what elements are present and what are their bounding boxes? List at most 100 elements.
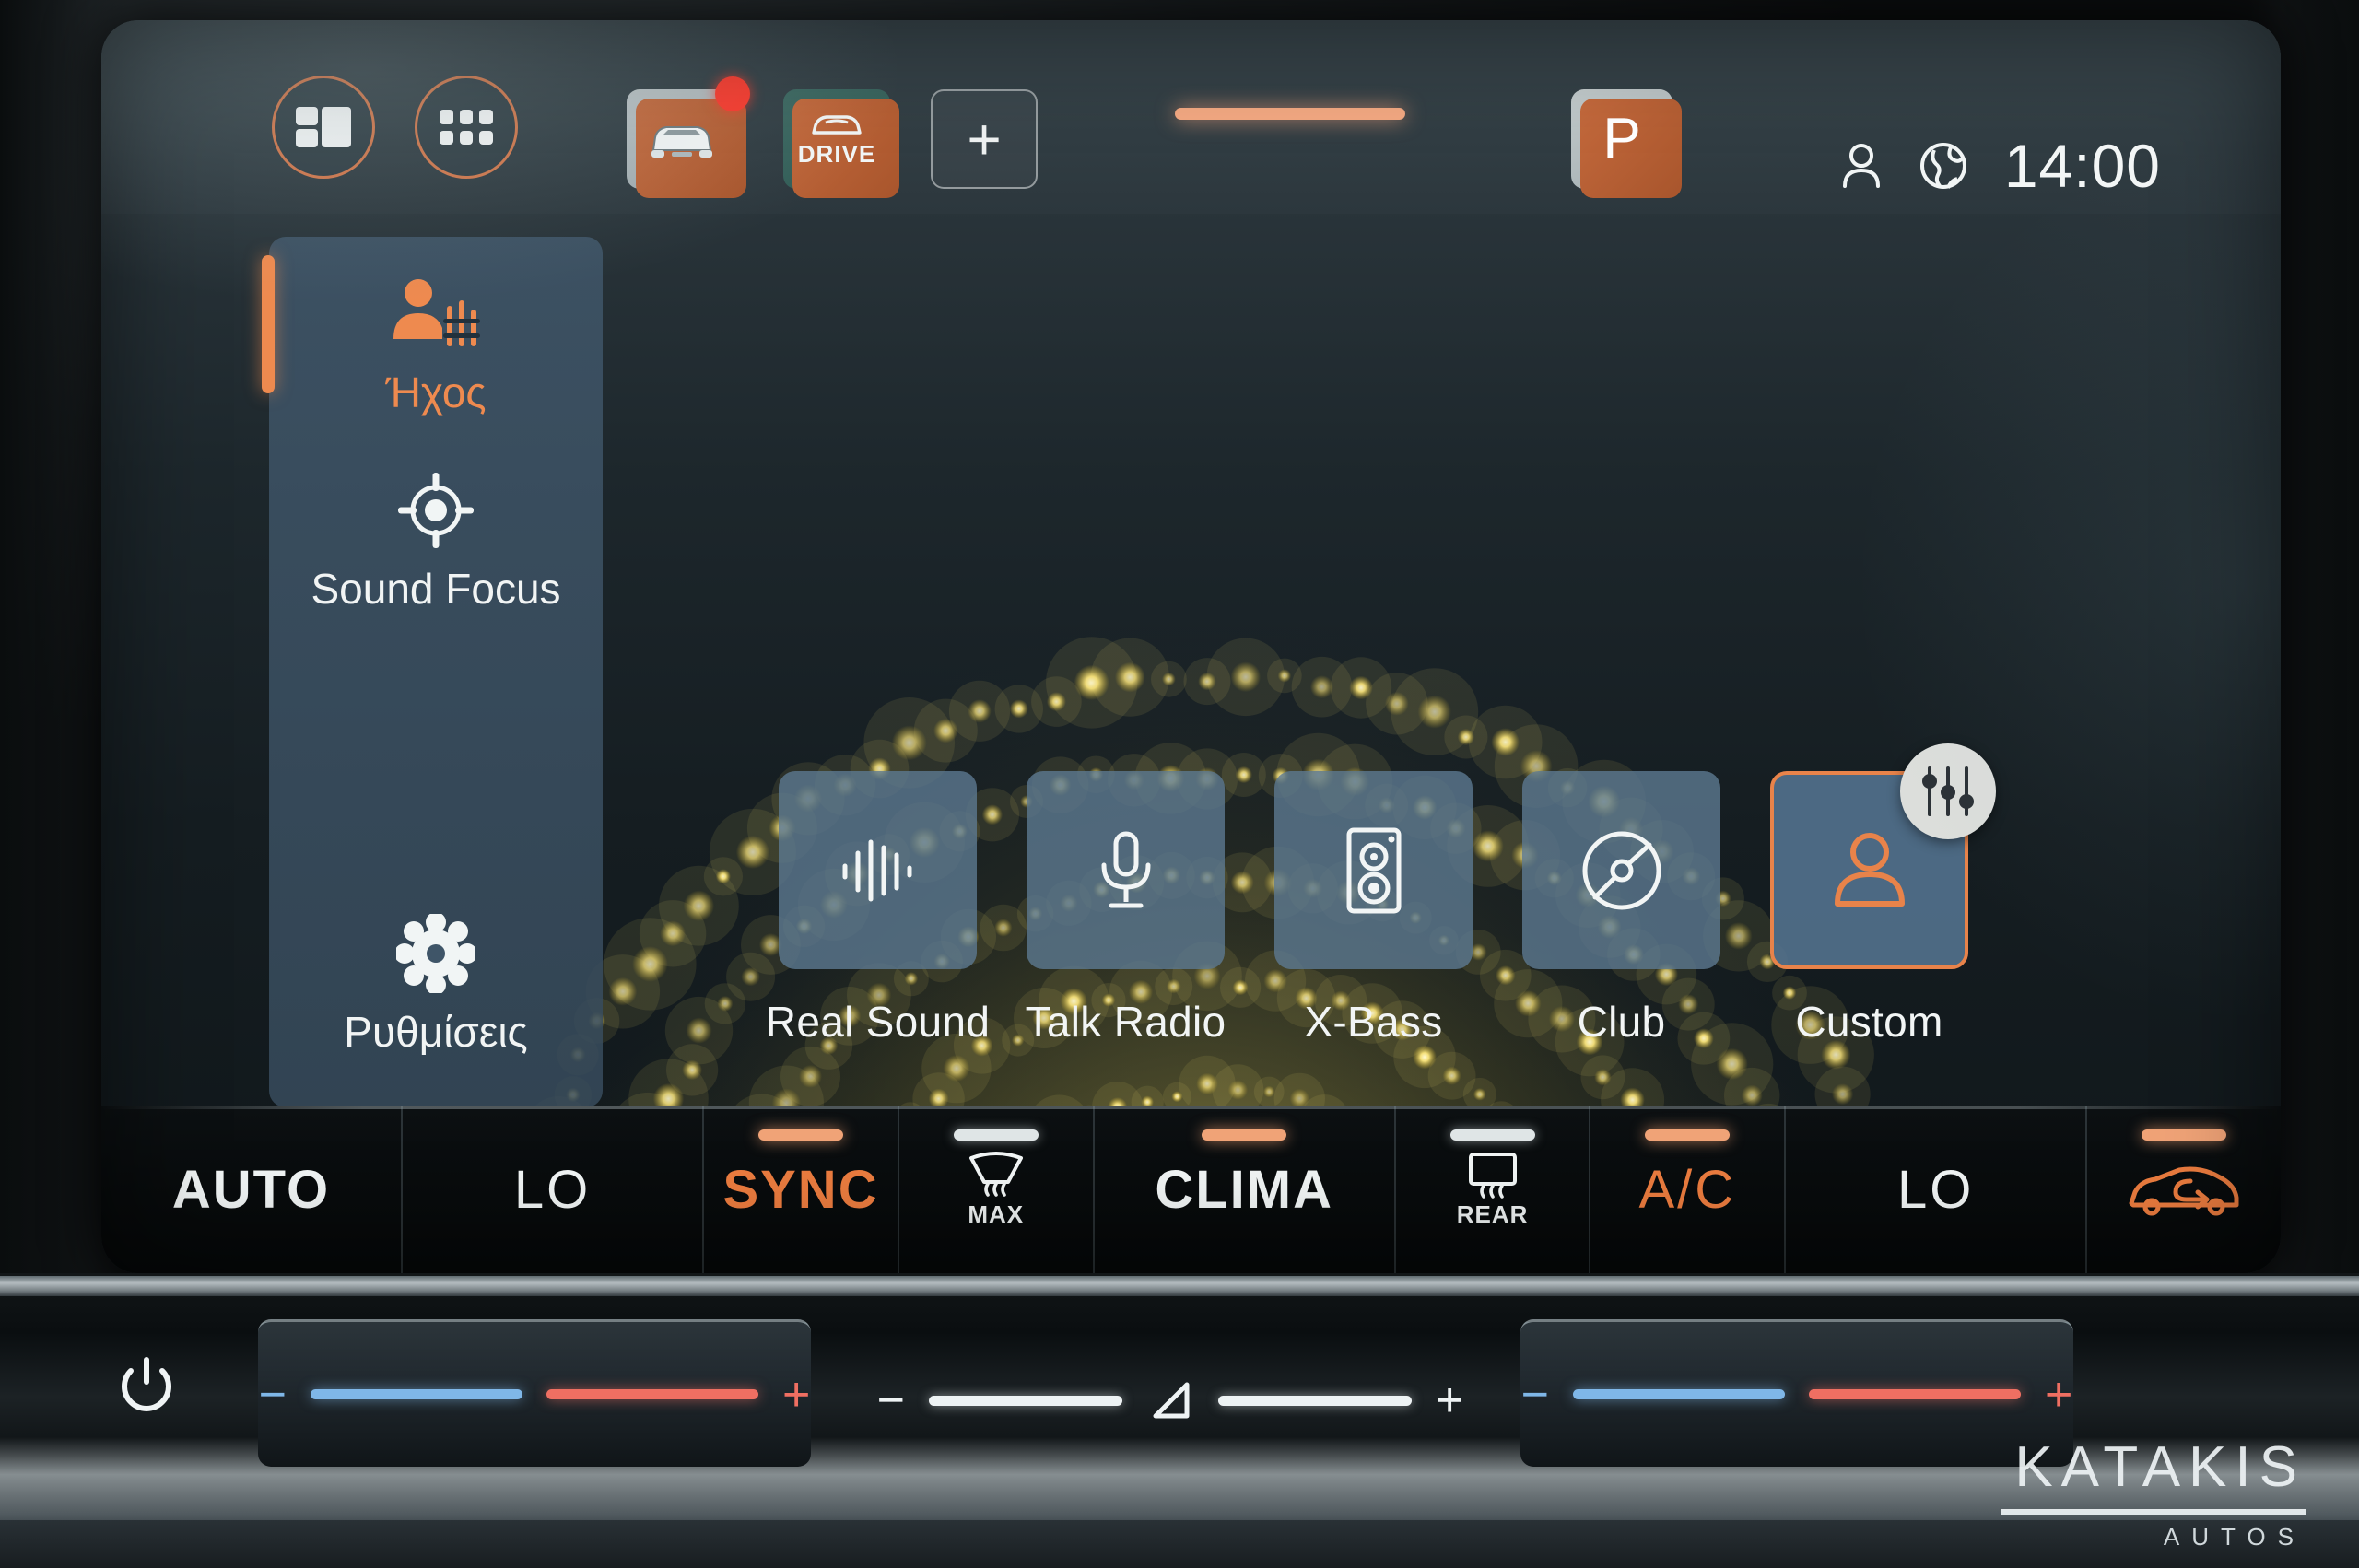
preset-talk-radio[interactable]: Talk Radio	[1025, 771, 1226, 1047]
preset-label: Club	[1577, 998, 1666, 1046]
temp-cool-bar[interactable]	[311, 1389, 522, 1399]
plus-icon[interactable]: +	[782, 1371, 810, 1419]
preset-label: Talk Radio	[1025, 998, 1226, 1046]
park-gear-label: P	[1602, 107, 1641, 170]
plus-icon[interactable]: +	[1436, 1376, 1463, 1424]
climate-button-label: REAR	[1456, 1199, 1529, 1228]
notification-dot	[715, 76, 750, 111]
climate-ac-button[interactable]: A/C	[1590, 1106, 1787, 1273]
climate-button-label: SYNC	[722, 1159, 879, 1220]
indicator-bar	[1449, 1129, 1535, 1141]
globe-icon[interactable]	[1918, 140, 1969, 192]
climate-max-defrost-button[interactable]: MAX	[899, 1106, 1095, 1273]
clock: 14:00	[2003, 132, 2161, 200]
sidebar-item-label: Ήχος	[385, 369, 487, 416]
climate-sync-button[interactable]: SYNC	[704, 1106, 899, 1273]
apps-grid-icon	[440, 110, 493, 145]
power-icon[interactable]	[118, 1356, 175, 1417]
temp-cool-bar[interactable]	[1573, 1389, 1785, 1399]
preset-club[interactable]: Club	[1522, 771, 1720, 1047]
temp-warm-bar[interactable]	[1809, 1389, 2021, 1399]
sidebar-active-indicator	[262, 255, 275, 393]
preset-tile[interactable]	[1770, 743, 1996, 969]
minus-icon[interactable]: −	[1521, 1371, 1549, 1419]
climate-recirculation-button[interactable]	[2087, 1106, 2281, 1273]
layout-split-icon	[296, 107, 351, 147]
volume-down-bar[interactable]	[929, 1395, 1122, 1406]
climate-rear-defrost-button[interactable]: REAR	[1396, 1106, 1591, 1273]
volume-slider[interactable]: − +	[875, 1327, 1465, 1474]
waveform-icon	[838, 833, 919, 908]
gear-icon	[396, 911, 475, 996]
apps-grid-button[interactable]	[415, 76, 518, 179]
indicator-bar	[2142, 1129, 2227, 1141]
watermark-rule	[2001, 1509, 2306, 1515]
watermark-brand: KATAKIS	[2014, 1435, 2306, 1499]
climate-button-label: A/C	[1638, 1159, 1737, 1220]
home-layout-button[interactable]	[272, 76, 375, 179]
preset-label: Custom	[1795, 998, 1943, 1046]
climate-button-label: CLIMA	[1155, 1159, 1333, 1220]
microphone-icon	[1093, 828, 1159, 913]
status-bar: DRIVE + P 14:00	[101, 20, 2281, 214]
preset-x-bass[interactable]: X-Bass	[1274, 771, 1473, 1047]
air-recirculation-icon	[2124, 1161, 2244, 1218]
equalizer-sliders-icon[interactable]	[1900, 743, 1996, 839]
volume-icon	[1146, 1379, 1194, 1422]
infotainment-screen: DRIVE + P 14:00 Ήχος Sound Focus Ρυθμίσε…	[101, 20, 2281, 1273]
climate-button-label: LO	[1897, 1159, 1975, 1220]
vehicle-status-card[interactable]	[627, 76, 750, 198]
preset-tile[interactable]	[1274, 771, 1473, 969]
left-temperature-slider[interactable]: − +	[258, 1319, 811, 1467]
sidebar-item-label: Sound Focus	[311, 564, 561, 613]
person-equalizer-icon	[386, 272, 486, 357]
climate-bar: AUTO LO SYNC MAX CLIMA REAR A/C LO	[101, 1106, 2281, 1273]
car-top-icon	[810, 111, 863, 138]
watermark: KATAKIS AUTOS	[2001, 1434, 2306, 1551]
preset-tile[interactable]	[1522, 771, 1720, 969]
person-icon[interactable]	[1840, 142, 1883, 190]
add-card-button[interactable]: +	[931, 89, 1038, 189]
climate-button-label: LO	[513, 1159, 592, 1220]
climate-button-label: MAX	[968, 1199, 1025, 1228]
indicator-bar	[1645, 1129, 1731, 1141]
indicator-bar	[1202, 1129, 1287, 1141]
watermark-subtitle: AUTOS	[2163, 1523, 2306, 1550]
sidebar-item-sound[interactable]: Ήχος	[269, 272, 603, 416]
preset-tile[interactable]	[1027, 771, 1225, 969]
rear-defrost-icon	[1465, 1151, 1520, 1202]
drive-mode-card[interactable]: DRIVE	[783, 89, 899, 198]
plus-icon: +	[967, 106, 1002, 172]
front-defrost-icon	[966, 1151, 1027, 1202]
climate-button-label: AUTO	[171, 1159, 331, 1220]
drag-handle-pill[interactable]	[1175, 108, 1405, 120]
car-front-icon	[644, 113, 720, 165]
temp-warm-bar[interactable]	[546, 1389, 758, 1399]
preset-real-sound[interactable]: Real Sound	[766, 771, 990, 1047]
climate-right-temp-button[interactable]: LO	[1786, 1106, 2088, 1273]
person-icon	[1830, 828, 1909, 913]
chrome-trim-strip	[0, 1276, 2359, 1296]
preset-custom[interactable]: Custom	[1770, 743, 1996, 1047]
minus-icon[interactable]: −	[259, 1371, 287, 1419]
climate-auto-button[interactable]: AUTO	[101, 1106, 404, 1273]
disc-icon	[1579, 828, 1664, 913]
sidebar: Ήχος Sound Focus Ρυθμίσεις	[262, 237, 603, 1107]
speaker-box-icon	[1342, 825, 1406, 916]
indicator-bar	[953, 1129, 1039, 1141]
park-gear-card[interactable]: P	[1571, 89, 1682, 198]
preset-tile[interactable]	[779, 771, 977, 969]
drive-mode-label: DRIVE	[797, 139, 876, 168]
sidebar-item-settings[interactable]: Ρυθμίσεις	[269, 911, 603, 1056]
indicator-bar	[758, 1129, 844, 1141]
volume-up-bar[interactable]	[1218, 1395, 1412, 1406]
right-temperature-slider[interactable]: − +	[1520, 1319, 2073, 1467]
target-crosshair-icon	[396, 468, 475, 553]
climate-left-temp-button[interactable]: LO	[403, 1106, 705, 1273]
climate-clima-button[interactable]: CLIMA	[1095, 1106, 1396, 1273]
plus-icon[interactable]: +	[2045, 1371, 2072, 1419]
minus-icon[interactable]: −	[877, 1376, 905, 1424]
sound-preset-row: Real Sound Talk Radio X-Bass Club Custom	[766, 743, 1996, 1047]
sidebar-item-sound-focus[interactable]: Sound Focus	[269, 468, 603, 613]
sidebar-item-label: Ρυθμίσεις	[344, 1008, 528, 1057]
